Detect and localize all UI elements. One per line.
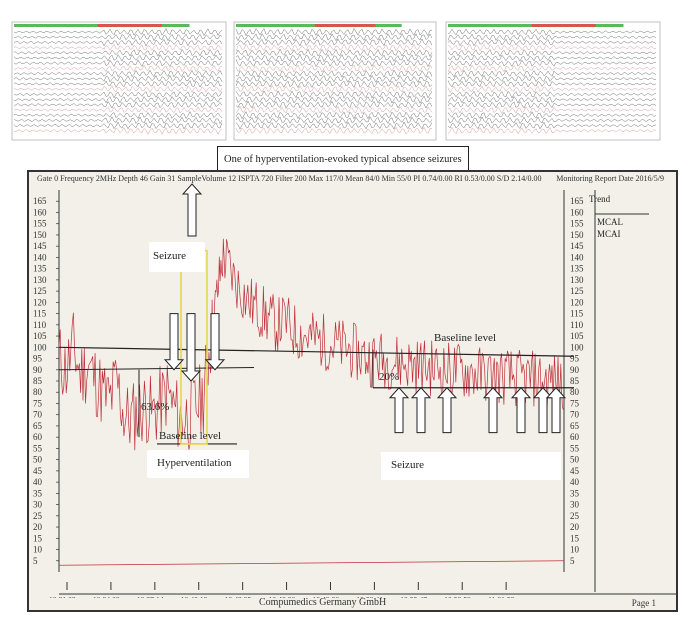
y-tick-label-left: 80 <box>33 387 43 397</box>
y-tick-label-right: 15 <box>570 533 580 543</box>
y-tick-label-right: 160 <box>570 207 584 217</box>
y-tick-label-right: 150 <box>570 230 584 240</box>
y-tick-label-right: 145 <box>570 241 584 251</box>
hyperventilation-label: Hyperventilation <box>157 457 232 469</box>
y-tick-label-left: 105 <box>33 331 47 341</box>
y-tick-label-left: 150 <box>33 230 47 240</box>
y-tick-label-left: 90 <box>33 365 43 375</box>
y-tick-label-left: 45 <box>33 466 43 476</box>
y-tick-label-right: 165 <box>570 196 584 206</box>
page-number: Page 1 <box>631 598 656 608</box>
y-tick-label-right: 75 <box>570 398 580 408</box>
y-tick-label-left: 110 <box>33 320 47 330</box>
baseline-label-left: Baseline level <box>159 430 222 442</box>
eeg-panel-status-bar-red <box>97 24 162 27</box>
y-tick-label-left: 135 <box>33 264 47 274</box>
y-tick-label-left: 5 <box>33 556 38 566</box>
y-tick-label-left: 40 <box>33 477 43 487</box>
seizure-callout: One of hyperventilation-evoked typical a… <box>217 146 469 172</box>
y-tick-label-right: 45 <box>570 466 580 476</box>
y-tick-label-left: 55 <box>33 443 43 453</box>
y-tick-label-right: 105 <box>570 331 584 341</box>
y-tick-label-left: 160 <box>33 207 47 217</box>
seizure-arrow-up <box>181 183 203 237</box>
seizure-label-left: Seizure <box>153 250 186 262</box>
y-tick-label-right: 10 <box>570 545 580 555</box>
eeg-panel-status-bar-red <box>314 24 376 27</box>
doppler-monitor-screen: Gate 0 Frequency 2MHz Depth 46 Gain 31 S… <box>27 170 678 612</box>
seizure-arrow-up-right <box>410 386 432 434</box>
y-tick-label-right: 120 <box>570 297 584 307</box>
y-tick-label-left: 155 <box>33 219 47 229</box>
y-tick-label-left: 120 <box>33 297 47 307</box>
seizure-arrow-up-right <box>388 386 410 434</box>
drop-label-left: 63.6% <box>141 401 170 413</box>
y-tick-label-right: 70 <box>570 410 580 420</box>
baseline-line-upper <box>58 346 575 357</box>
y-tick-label-right: 30 <box>570 500 580 510</box>
y-tick-label-left: 20 <box>33 522 43 532</box>
y-tick-label-right: 135 <box>570 264 584 274</box>
y-tick-label-right: 90 <box>570 365 580 375</box>
y-tick-label-right: 130 <box>570 275 584 285</box>
trend-label-mcal: MCAL <box>597 217 624 227</box>
seizure-arrow-up-right <box>482 386 504 434</box>
y-tick-label-right: 50 <box>570 455 580 465</box>
trend-label-mcai: MCAI <box>597 229 621 239</box>
y-tick-label-left: 10 <box>33 545 43 555</box>
company-name: Compumedics Germany GmbH <box>259 597 387 608</box>
y-tick-label-right: 110 <box>570 320 584 330</box>
y-tick-label-right: 95 <box>570 354 580 364</box>
y-tick-label-left: 100 <box>33 342 47 352</box>
y-tick-label-right: 5 <box>570 556 575 566</box>
velocity-trace <box>58 238 564 451</box>
y-tick-label-right: 155 <box>570 219 584 229</box>
baseline-label-right: Baseline level <box>434 332 497 344</box>
y-tick-label-left: 95 <box>33 354 43 364</box>
y-tick-label-right: 115 <box>570 309 584 319</box>
y-tick-label-right: 85 <box>570 376 580 386</box>
y-tick-label-right: 35 <box>570 488 580 498</box>
y-tick-label-right: 65 <box>570 421 580 431</box>
seizure-arrow-up-right <box>436 386 458 434</box>
seizure-arrow-down-2 <box>180 313 202 382</box>
seizure-arrow-up-right <box>510 386 532 434</box>
y-tick-label-left: 115 <box>33 309 47 319</box>
y-tick-label-right: 55 <box>570 443 580 453</box>
y-tick-label-left: 15 <box>33 533 43 543</box>
monitor-footer: Compumedics Germany GmbH Page 1 <box>29 596 676 610</box>
y-tick-label-right: 140 <box>570 252 584 262</box>
y-tick-label-right: 20 <box>570 522 580 532</box>
eeg-panel-1 <box>11 21 227 141</box>
y-tick-label-left: 60 <box>33 432 43 442</box>
y-tick-label-right: 40 <box>570 477 580 487</box>
y-tick-label-right: 60 <box>570 432 580 442</box>
seizure-arrow-up-right <box>545 386 567 434</box>
eeg-recording-strip <box>11 21 661 141</box>
y-tick-label-left: 75 <box>33 398 43 408</box>
y-tick-label-left: 165 <box>33 196 47 206</box>
y-tick-label-left: 140 <box>33 252 47 262</box>
trend-title: Trend <box>589 194 611 204</box>
y-tick-label-left: 25 <box>33 511 43 521</box>
y-tick-label-left: 130 <box>33 275 47 285</box>
drop-label-right: 20% <box>379 371 400 383</box>
y-tick-label-right: 100 <box>570 342 584 352</box>
y-tick-label-right: 125 <box>570 286 584 296</box>
y-tick-label-left: 145 <box>33 241 47 251</box>
y-tick-label-left: 85 <box>33 376 43 386</box>
seizure-label-right: Seizure <box>391 459 424 471</box>
y-tick-label-left: 65 <box>33 421 43 431</box>
tcd-trend-plot: 5101520253035404550556065707580859095100… <box>33 183 676 598</box>
y-tick-label-right: 80 <box>570 387 580 397</box>
baseline-trace-low <box>58 560 565 566</box>
y-tick-label-left: 125 <box>33 286 47 296</box>
eeg-panel-status-bar-red <box>531 24 596 27</box>
y-tick-label-left: 50 <box>33 455 43 465</box>
seizure-arrow-down-3 <box>204 313 226 371</box>
y-tick-label-left: 70 <box>33 410 43 420</box>
y-tick-label-right: 25 <box>570 511 580 521</box>
y-tick-label-left: 35 <box>33 488 43 498</box>
y-tick-label-left: 30 <box>33 500 43 510</box>
